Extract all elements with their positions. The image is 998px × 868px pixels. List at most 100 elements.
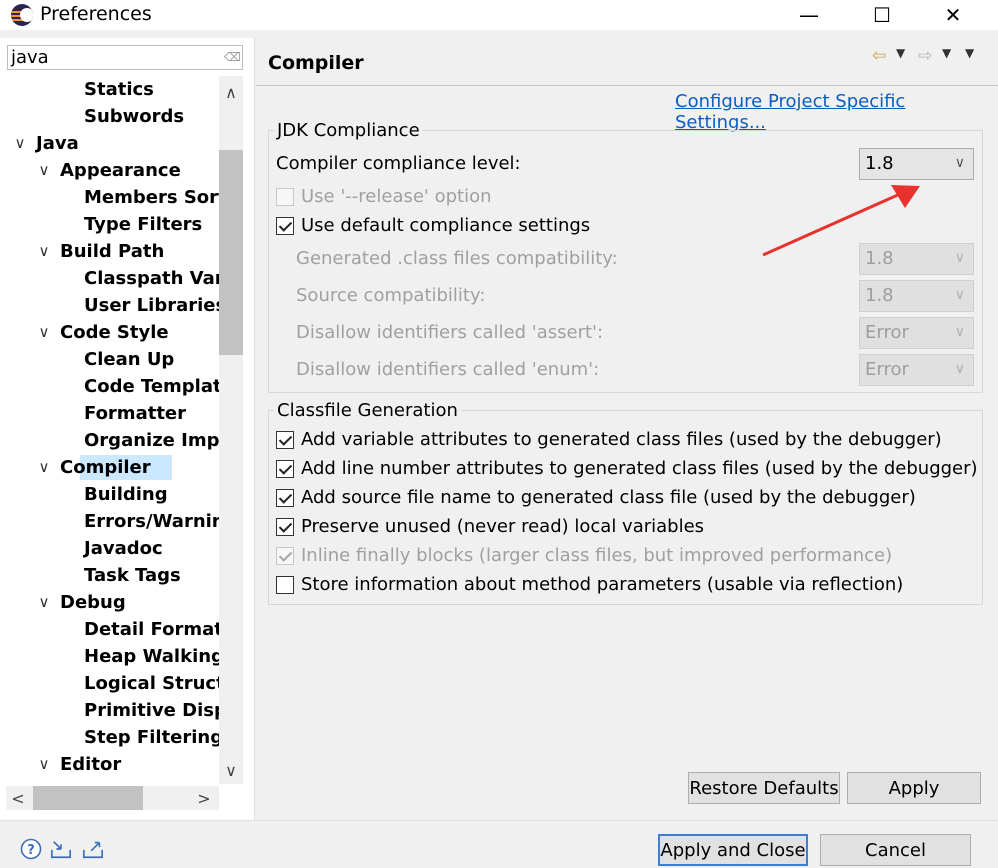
chevron-down-icon[interactable]: ∨ [36, 751, 52, 778]
eraser-icon[interactable]: ⌫ [224, 50, 241, 64]
tree-item-label: Task Tags [84, 565, 181, 586]
default-compliance-checkbox[interactable] [276, 217, 294, 235]
tree-item-label: Statics [84, 79, 154, 100]
maximize-button[interactable]: ☐ [857, 0, 907, 30]
import-icon[interactable] [50, 838, 72, 860]
jdk-setting-label: Generated .class files compatibility: [296, 248, 618, 269]
tree-vertical-scroll-thumb[interactable] [219, 150, 243, 355]
scroll-down-icon[interactable]: ∨ [219, 758, 243, 782]
tree-item[interactable]: Javadoc [0, 535, 219, 562]
tree-item[interactable]: Statics [0, 76, 219, 103]
configure-project-settings-link[interactable]: Configure Project Specific Settings... [675, 91, 998, 133]
close-button[interactable]: ✕ [928, 0, 978, 30]
jdk-setting-value: Error [865, 322, 909, 343]
preference-tree[interactable]: Statics Subwords ∨ Java ∨ Appearance Members S… [0, 76, 220, 782]
tree-item[interactable]: User Libraries [0, 292, 219, 319]
tree-item[interactable]: Members Sort [0, 184, 219, 211]
window-title: Preferences [40, 3, 152, 25]
tree-item[interactable]: Code Template [0, 373, 219, 400]
tree-item-label: Editor [60, 754, 122, 775]
tree-item[interactable]: Errors/Warning [0, 508, 219, 535]
page-title: Compiler [268, 52, 364, 74]
tree-item-label: Logical Structu [84, 673, 219, 694]
tree-item[interactable]: Heap Walking [0, 643, 219, 670]
help-icon[interactable]: ? [20, 838, 42, 860]
tree-item[interactable]: Step Filtering [0, 724, 219, 751]
tree-item[interactable]: Subwords [0, 103, 219, 130]
tree-item[interactable]: ∨ Java [0, 130, 219, 157]
forward-history-dropdown-icon[interactable]: ▼ [942, 46, 951, 60]
release-option-label: Use '--release' option [301, 186, 492, 207]
back-history-dropdown-icon[interactable]: ▼ [896, 46, 905, 60]
scroll-left-icon[interactable]: < [6, 786, 30, 810]
chevron-down-icon: ∨ [954, 324, 965, 340]
tree-item[interactable]: ∨ Compiler [0, 454, 219, 481]
classfile-option-label: Add variable attributes to generated cla… [301, 429, 942, 450]
compliance-level-value: 1.8 [865, 153, 894, 174]
compliance-level-select[interactable]: 1.8 ∨ [859, 148, 974, 180]
classfile-option-label: Store information about method parameter… [301, 574, 904, 595]
chevron-down-icon[interactable]: ∨ [36, 589, 52, 616]
view-menu-icon[interactable]: ▼ [965, 46, 974, 60]
tree-item[interactable]: ∨ Appearance [0, 157, 219, 184]
tree-horizontal-scroll-thumb[interactable] [33, 786, 143, 810]
tree-item[interactable]: Clean Up [0, 346, 219, 373]
classfile-option-label: Add source file name to generated class … [301, 487, 916, 508]
tree-item-label: Code Template [84, 376, 219, 397]
tree-item-label: Detail Formatte [84, 619, 219, 640]
classfile-option-checkbox[interactable] [276, 576, 294, 594]
tree-item[interactable]: Classpath Varia [0, 265, 219, 292]
tree-item[interactable]: Task Tags [0, 562, 219, 589]
classfile-generation-group-label: Classfile Generation [274, 400, 461, 421]
cancel-button[interactable]: Cancel [820, 834, 971, 866]
chevron-down-icon: ∨ [954, 155, 965, 171]
tree-item-label: Heap Walking [84, 646, 219, 667]
tree-item-label: Errors/Warning [84, 511, 219, 532]
tree-item[interactable]: Primitive Displa [0, 697, 219, 724]
classfile-option-checkbox[interactable] [276, 518, 294, 536]
restore-defaults-button[interactable]: Restore Defaults [688, 772, 840, 804]
jdk-setting-value: 1.8 [865, 285, 894, 306]
tree-item[interactable]: Building [0, 481, 219, 508]
tree-item[interactable]: ∨ Debug [0, 589, 219, 616]
chevron-down-icon[interactable]: ∨ [36, 454, 52, 481]
tree-item-label: Subwords [84, 106, 185, 127]
svg-text:?: ? [27, 843, 35, 858]
chevron-down-icon: ∨ [954, 250, 965, 266]
classfile-option-checkbox[interactable] [276, 460, 294, 478]
classfile-option-checkbox[interactable] [276, 489, 294, 507]
tree-item-label: Compiler [60, 457, 151, 478]
annotation-arrow [762, 185, 920, 257]
tree-item-label: Classpath Varia [84, 268, 219, 289]
jdk-setting-label: Disallow identifiers called 'assert': [296, 322, 604, 343]
tree-item[interactable]: Formatter [0, 400, 219, 427]
tree-item-label: Debug [60, 592, 126, 613]
back-arrow-icon[interactable]: ⇦ [872, 46, 886, 66]
tree-item[interactable]: ∨ Code Style [0, 319, 219, 346]
apply-button[interactable]: Apply [847, 772, 981, 804]
tree-item[interactable]: ∨ Editor [0, 751, 219, 778]
tree-item[interactable]: Organize Impo [0, 427, 219, 454]
classfile-option-checkbox[interactable] [276, 431, 294, 449]
classfile-option-label: Preserve unused (never read) local varia… [301, 516, 705, 537]
jdk-compliance-group-label: JDK Compliance [274, 120, 423, 141]
export-icon[interactable] [82, 838, 104, 860]
chevron-down-icon[interactable]: ∨ [36, 319, 52, 346]
chevron-down-icon[interactable]: ∨ [36, 238, 52, 265]
tree-item[interactable]: Logical Structu [0, 670, 219, 697]
apply-and-close-button[interactable]: Apply and Close [658, 834, 808, 866]
scroll-right-icon[interactable]: > [192, 786, 216, 810]
jdk-setting-label: Source compatibility: [296, 285, 486, 306]
tree-item[interactable]: Detail Formatte [0, 616, 219, 643]
tree-item[interactable]: Type Filters [0, 211, 219, 238]
scroll-up-icon[interactable]: ∧ [219, 80, 243, 104]
filter-input[interactable]: java ⌫ [7, 45, 243, 70]
chevron-down-icon[interactable]: ∨ [36, 157, 52, 184]
pane-divider[interactable] [254, 38, 255, 820]
tree-item-label: Formatter [84, 403, 187, 424]
tree-item[interactable]: ∨ Build Path [0, 238, 219, 265]
eclipse-icon [11, 4, 33, 26]
forward-arrow-icon[interactable]: ⇨ [918, 46, 932, 66]
minimize-button[interactable]: — [784, 0, 834, 30]
chevron-down-icon[interactable]: ∨ [12, 130, 28, 157]
